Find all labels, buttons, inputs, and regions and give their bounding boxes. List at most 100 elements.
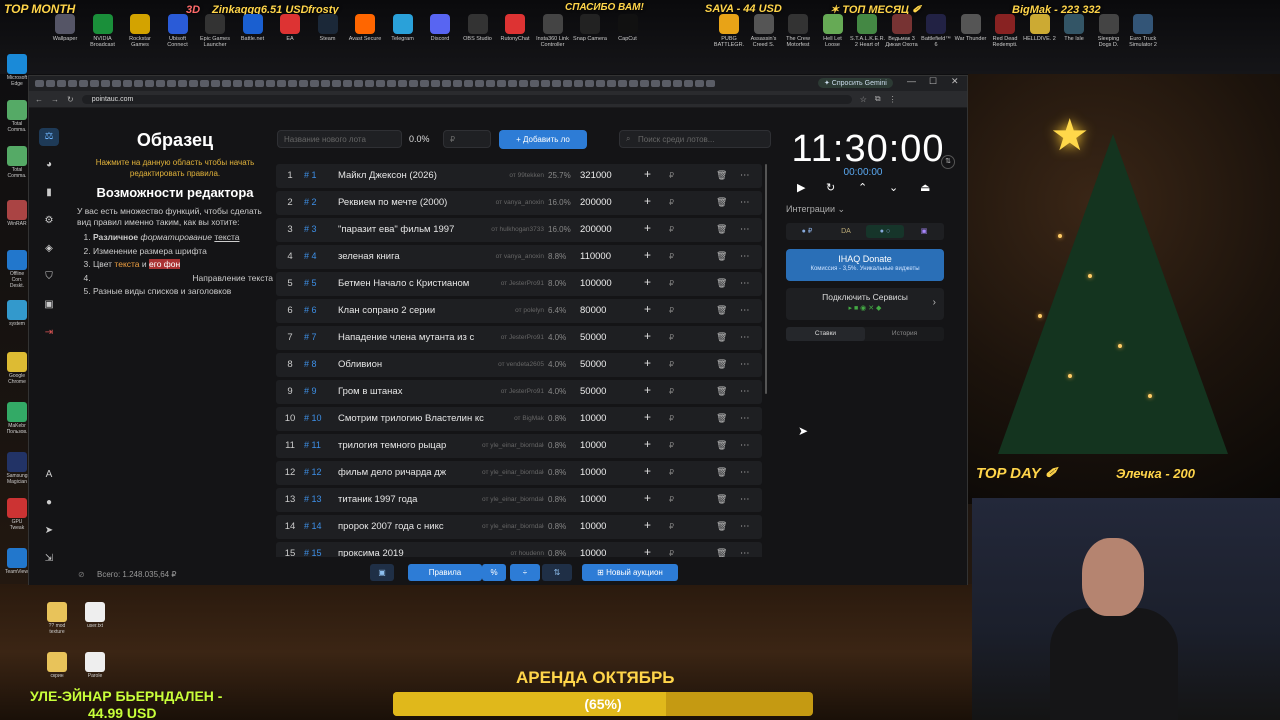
browser-tab[interactable]	[706, 80, 715, 87]
lot-row[interactable]: 8 # 8 Обливион от vendeta2605 4.0% 50000 + ₽ 🗑 ⋯	[276, 353, 762, 377]
extensions-icon[interactable]: ⧉	[875, 94, 881, 104]
desktop-shortcut[interactable]: Total Comma.	[4, 146, 30, 179]
lot-name[interactable]: фильм дело ричарда дж	[338, 467, 486, 478]
new-auction-button[interactable]: ⊞ Новый аукцион	[582, 564, 678, 581]
browser-tab[interactable]	[266, 80, 275, 87]
lot-row[interactable]: 14 # 14 пророк 2007 года с никс от yle_eina…	[276, 515, 762, 539]
desktop-shortcut[interactable]: Red Dead Redempti.	[988, 14, 1022, 48]
trash-icon[interactable]: 🗑	[716, 251, 727, 262]
desktop-shortcut[interactable]: HELLDIVE. 2	[1023, 14, 1057, 42]
desktop-shortcut[interactable]: TeamView.	[4, 548, 30, 575]
add-bid-icon[interactable]: +	[644, 464, 651, 478]
browser-tab[interactable]	[552, 80, 561, 87]
lot-amount[interactable]: 50000	[580, 359, 606, 370]
browser-tab[interactable]	[200, 80, 209, 87]
trash-icon[interactable]: 🗑	[716, 440, 727, 451]
browser-tab[interactable]	[277, 80, 286, 87]
add-bid-icon[interactable]: +	[644, 383, 651, 397]
auction-nav-icon[interactable]: ⚖	[39, 128, 59, 146]
desktop-file[interactable]: user.txt	[82, 602, 108, 629]
play-icon[interactable]: ▶	[797, 181, 805, 194]
desktop-shortcut[interactable]: Telegram	[386, 14, 420, 42]
more-icon[interactable]: ⋯	[740, 548, 750, 557]
balance-icon[interactable]: ÷	[510, 564, 540, 581]
ruble-icon[interactable]: ₽	[669, 522, 674, 531]
browser-tab[interactable]	[629, 80, 638, 87]
shield-nav-icon[interactable]: ⛉	[39, 268, 59, 286]
layers-nav-icon[interactable]: ◈	[39, 240, 59, 258]
translate-nav-icon[interactable]: A	[39, 466, 59, 484]
lot-amount[interactable]: 10000	[580, 521, 606, 532]
desktop-shortcut[interactable]: Microsoft Edge	[4, 54, 30, 87]
ruble-icon[interactable]: ₽	[669, 252, 674, 261]
reset-icon[interactable]: ↻	[826, 181, 835, 194]
lot-amount[interactable]: 10000	[580, 494, 606, 505]
double-up-icon[interactable]: ⏏	[920, 181, 930, 194]
lot-amount[interactable]: 10000	[580, 413, 606, 424]
trash-icon[interactable]: 🗑	[716, 548, 727, 557]
lot-name[interactable]: Смотрим трилогию Властелин кс	[338, 413, 486, 424]
ask-gemini-button[interactable]: ✦ Спросить Gemini	[818, 78, 893, 88]
trash-icon[interactable]: 🗑	[716, 521, 727, 532]
lot-name[interactable]: Бетмен Начало с Кристианом	[338, 278, 486, 289]
browser-tab[interactable]	[453, 80, 462, 87]
desktop-shortcut[interactable]: WinRAR	[4, 200, 30, 227]
twitch-icon[interactable]: ▣	[906, 225, 942, 238]
maximize-icon[interactable]: ☐	[929, 76, 937, 87]
more-icon[interactable]: ⋯	[740, 359, 750, 370]
swap-icon[interactable]: ⇅	[941, 155, 955, 169]
browser-tab[interactable]	[596, 80, 605, 87]
lots-scrollbar[interactable]	[765, 164, 767, 394]
browser-tab[interactable]	[673, 80, 682, 87]
desktop-shortcut[interactable]: OBS Studio	[461, 14, 495, 42]
browser-tab[interactable]	[79, 80, 88, 87]
browser-tab[interactable]	[46, 80, 55, 87]
add-bid-icon[interactable]: +	[644, 518, 651, 532]
lot-row[interactable]: 10 # 10 Смотрим трилогию Властелин кс от Bi…	[276, 407, 762, 431]
logout-nav-icon[interactable]: ⇥	[39, 324, 59, 342]
lot-name[interactable]: титаник 1997 года	[338, 494, 486, 505]
tab-history[interactable]: История	[865, 327, 944, 341]
lot-row[interactable]: 6 # 6 Клан сопрано 2 серии от polelyn 6.4% 80…	[276, 299, 762, 323]
browser-tab[interactable]	[222, 80, 231, 87]
trash-icon[interactable]: 🗑	[716, 332, 727, 343]
desktop-shortcut[interactable]: Rockstar Games	[123, 14, 157, 48]
lot-amount[interactable]: 200000	[580, 197, 612, 208]
add-bid-icon[interactable]: +	[644, 329, 651, 343]
desktop-shortcut[interactable]: Discord	[423, 14, 457, 42]
add-bid-icon[interactable]: +	[644, 545, 651, 557]
reload-icon[interactable]: ↻	[67, 95, 74, 104]
ruble-icon[interactable]: ₽	[669, 495, 674, 504]
eye-off-icon[interactable]: ⊘	[78, 570, 85, 579]
lot-row[interactable]: 7 # 7 Нападение члена мутанта из с от Jeste…	[276, 326, 762, 350]
chevron-down-icon[interactable]: ⌄	[889, 181, 898, 194]
more-icon[interactable]: ⋯	[740, 332, 750, 343]
browser-tab[interactable]	[156, 80, 165, 87]
more-icon[interactable]: ⋯	[740, 440, 750, 451]
trash-icon[interactable]: 🗑	[716, 413, 727, 424]
desktop-shortcut[interactable]: CapCut	[611, 14, 645, 42]
more-icon[interactable]: ⋯	[740, 521, 750, 532]
browser-tab[interactable]	[332, 80, 341, 87]
desktop-shortcut[interactable]: GPU Tweak	[4, 498, 30, 531]
more-icon[interactable]: ⋯	[740, 413, 750, 424]
lot-amount[interactable]: 321000	[580, 170, 612, 181]
browser-tab[interactable]	[486, 80, 495, 87]
sort-icon[interactable]: ⇅	[542, 564, 572, 581]
browser-tab[interactable]	[651, 80, 660, 87]
browser-tab[interactable]	[57, 80, 66, 87]
browser-tab[interactable]	[585, 80, 594, 87]
browser-tab[interactable]	[123, 80, 132, 87]
browser-tab[interactable]	[497, 80, 506, 87]
browser-tab[interactable]	[255, 80, 264, 87]
desktop-shortcut[interactable]: Avast Secure	[348, 14, 382, 42]
lot-row[interactable]: 1 # 1 Майкл Джексон (2026) от 99tekken 25.7%…	[276, 164, 762, 188]
browser-tab[interactable]	[530, 80, 539, 87]
browser-tab[interactable]	[387, 80, 396, 87]
desktop-shortcut[interactable]: system	[4, 300, 30, 327]
lot-row[interactable]: 3 # 3 "паразит ева" фильм 1997 от hulkhogan…	[276, 218, 762, 242]
lot-name[interactable]: проксима 2019	[338, 548, 486, 557]
ruble-icon[interactable]: ₽	[669, 171, 674, 180]
minimize-icon[interactable]: —	[907, 76, 916, 86]
connect-services-button[interactable]: Подключить Сервисы ▸ ■ ◉ ✕ ◆ ›	[786, 288, 944, 320]
